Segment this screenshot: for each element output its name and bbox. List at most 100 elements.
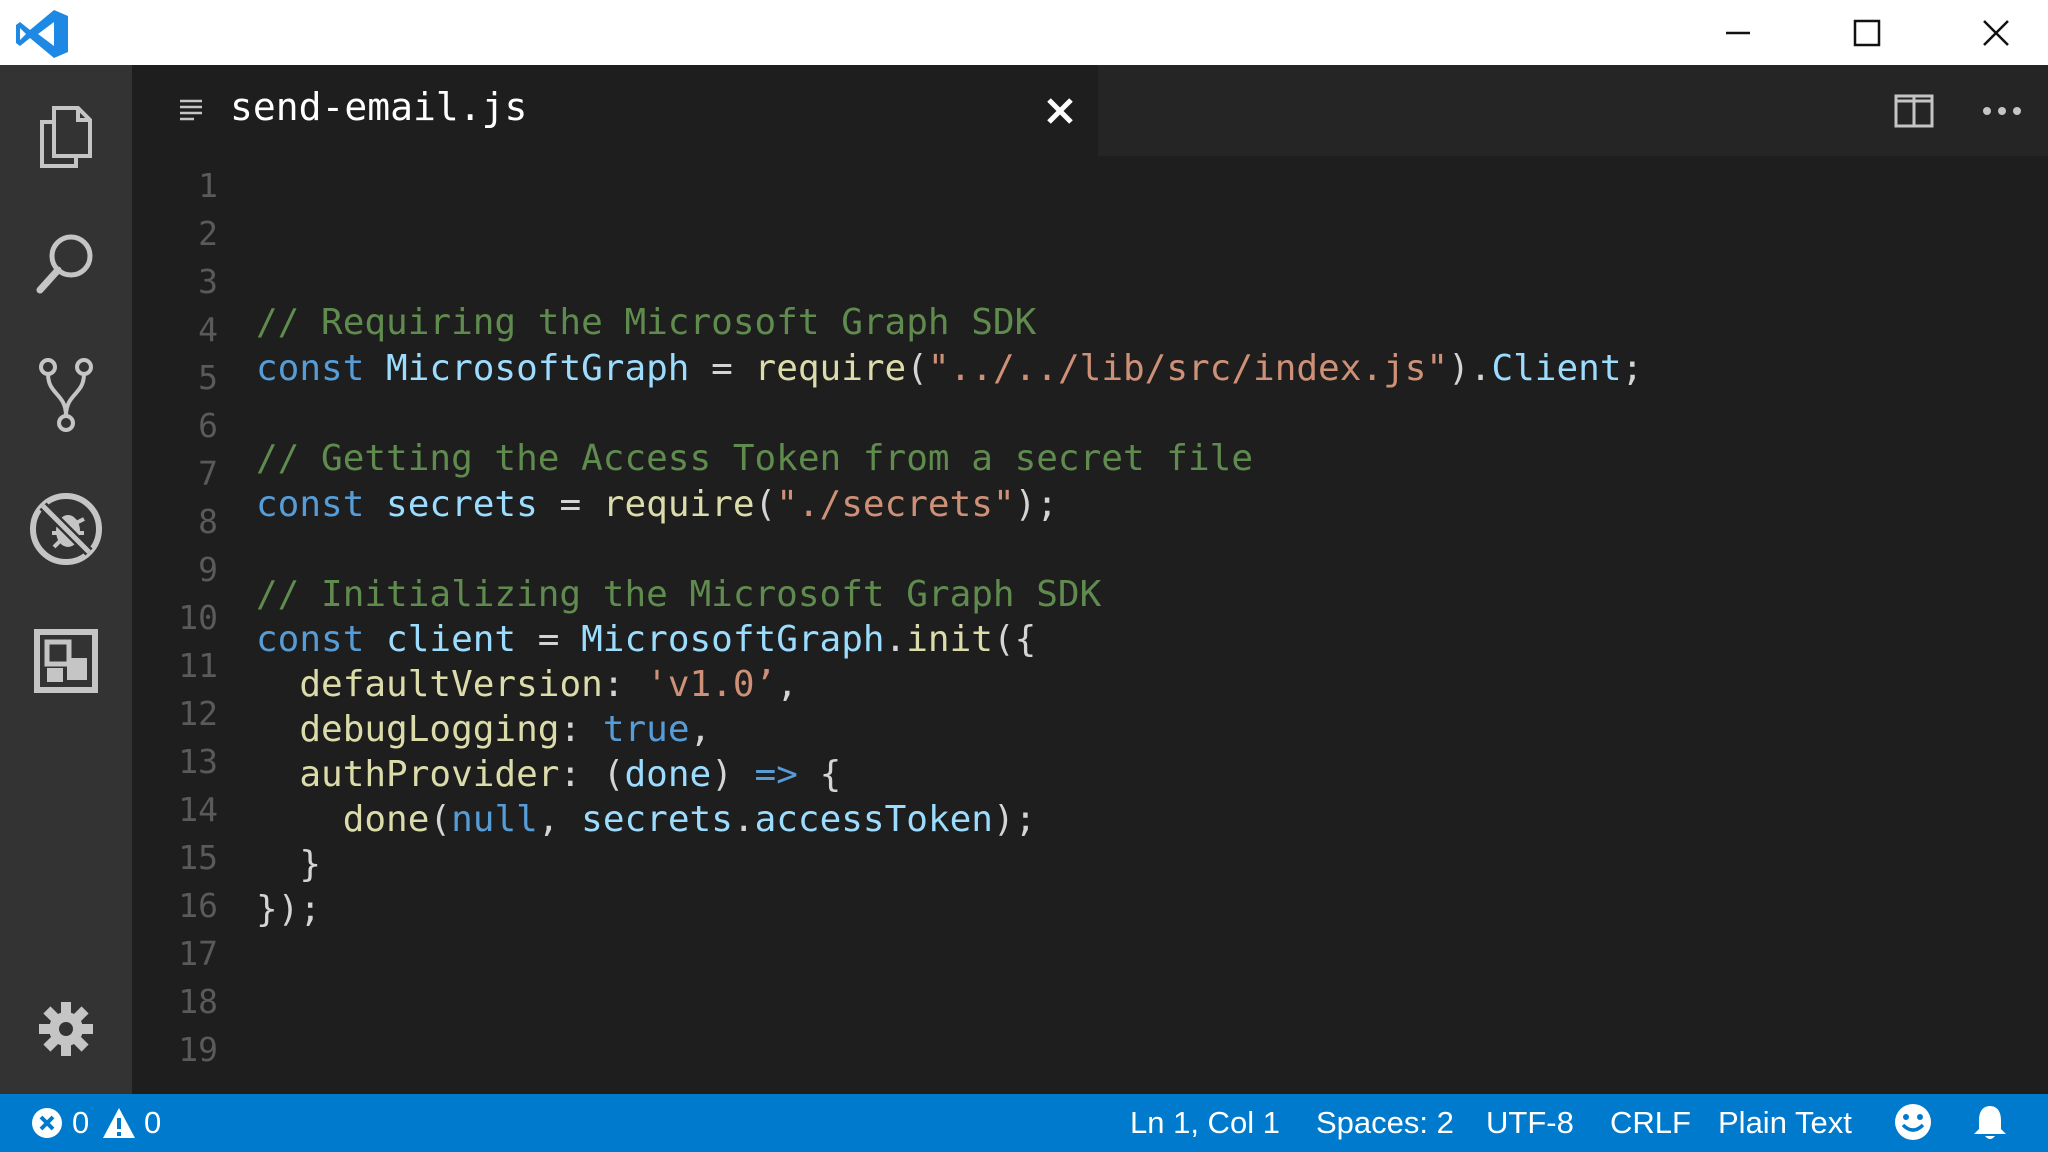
line-number: 12	[178, 694, 218, 733]
git-branch-icon	[39, 358, 93, 432]
search-icon	[36, 234, 93, 294]
line-number: 10	[178, 598, 218, 637]
code-keyword: true	[602, 709, 690, 750]
code-variable: secrets	[364, 484, 538, 525]
line-number: 14	[178, 790, 218, 829]
code-line: });	[256, 887, 321, 932]
code-function: require	[602, 484, 755, 525]
tab-bar: send-email.js	[132, 65, 2048, 156]
code-comment: // Getting the Access Token from a secre…	[256, 438, 1253, 479]
code-function: require	[754, 348, 907, 389]
encoding-setting[interactable]: UTF-8	[1486, 1104, 1574, 1142]
cursor-position[interactable]: Ln 1, Col 1	[1130, 1104, 1280, 1142]
code-line: const MicrosoftGraph = require("../../li…	[256, 346, 1643, 391]
bell-icon[interactable]	[1972, 1103, 2008, 1141]
code-line: debugLogging: true,	[256, 707, 711, 752]
status-bar: 0 0 Ln 1, Col 1 Spaces: 2 UTF-8 CRLF Pla…	[0, 1094, 2048, 1152]
line-number: 19	[178, 1030, 218, 1069]
explorer-button[interactable]	[26, 97, 106, 177]
editor-area[interactable]: 1 2 3 4 5 6 7 8 9 10 11 12 13 14 15 16 1…	[132, 156, 2048, 1094]
code-punctuation: .	[884, 619, 907, 660]
code-variable: client	[364, 619, 517, 660]
code-line: // Initializing the Microsoft Graph SDK	[256, 572, 1101, 617]
vertical-scrollbar[interactable]	[2034, 156, 2048, 1094]
code-punctuation: ({	[992, 619, 1037, 660]
more-actions-button[interactable]	[1980, 93, 2024, 129]
code-property: debugLogging	[299, 709, 560, 750]
code-punctuation: );	[1014, 484, 1058, 525]
code-string: "../../lib/src/index.js"	[927, 348, 1449, 389]
line-number: 2	[198, 214, 218, 253]
extensions-icon	[34, 629, 98, 693]
line-number: 9	[198, 550, 218, 589]
line-number: 13	[178, 742, 218, 781]
code-function: init	[906, 619, 993, 660]
code-punctuation: :	[559, 709, 603, 750]
code-variable: secrets	[581, 799, 733, 840]
close-icon[interactable]	[1044, 95, 1076, 127]
maximize-icon	[1853, 19, 1881, 46]
code-punctuation: :	[602, 664, 647, 705]
debug-button[interactable]	[26, 489, 106, 569]
settings-button[interactable]	[26, 989, 106, 1069]
error-icon[interactable]	[30, 1106, 64, 1140]
code-punctuation: ,	[689, 709, 712, 750]
tab-send-email[interactable]: send-email.js	[132, 65, 1098, 156]
code-punctuation: ;	[1621, 348, 1644, 389]
code-property: authProvider	[299, 754, 560, 795]
code-punctuation: (	[429, 799, 452, 840]
line-number: 1	[198, 166, 218, 205]
split-editor-icon[interactable]	[1894, 93, 1934, 129]
code-punctuation: });	[256, 889, 322, 930]
code-comment: // Requiring the Microsoft Graph SDK	[256, 302, 1037, 343]
code-parameter: done	[624, 754, 712, 795]
no-bug-icon	[30, 493, 102, 565]
code-punctuation: .	[732, 799, 755, 840]
code-content[interactable]: // Requiring the Microsoft Graph SDK con…	[256, 156, 2026, 1094]
error-count[interactable]: 0	[72, 1104, 89, 1142]
code-variable: MicrosoftGraph	[581, 619, 885, 660]
code-keyword: const	[256, 484, 365, 525]
code-punctuation: {	[797, 754, 842, 795]
eol-setting[interactable]: CRLF	[1610, 1104, 1691, 1142]
maximize-button[interactable]	[1803, 0, 1931, 65]
code-function: done	[342, 799, 430, 840]
close-icon	[1983, 19, 2009, 46]
line-number: 6	[198, 406, 218, 445]
warning-icon[interactable]	[102, 1106, 136, 1140]
indentation-setting[interactable]: Spaces: 2	[1316, 1104, 1454, 1142]
minimize-button[interactable]	[1674, 0, 1802, 65]
line-number: 18	[178, 982, 218, 1021]
more-icon	[1983, 107, 2021, 115]
warning-count[interactable]: 0	[144, 1104, 161, 1142]
code-line: }	[256, 842, 321, 887]
gear-icon	[39, 1002, 93, 1056]
code-string: "./secrets"	[776, 484, 1015, 525]
code-punctuation: )	[711, 754, 755, 795]
code-line: const secrets = require("./secrets");	[256, 482, 1058, 527]
files-icon	[40, 106, 92, 168]
line-number: 16	[178, 886, 218, 925]
line-number: 3	[198, 262, 218, 301]
source-control-button[interactable]	[26, 355, 106, 435]
code-property: Client	[1491, 348, 1622, 389]
line-number: 4	[198, 310, 218, 349]
smiley-feedback-icon[interactable]	[1893, 1102, 1933, 1142]
line-number: 5	[198, 358, 218, 397]
code-line: const client = MicrosoftGraph.init({	[256, 617, 1036, 662]
close-window-button[interactable]	[1932, 0, 2048, 65]
search-button[interactable]	[26, 223, 106, 303]
line-number: 8	[198, 502, 218, 541]
line-number-gutter: 1 2 3 4 5 6 7 8 9 10 11 12 13 14 15 16 1…	[132, 156, 218, 1094]
code-punctuation: (	[754, 484, 777, 525]
title-bar	[0, 0, 2048, 65]
extensions-button[interactable]	[26, 621, 106, 701]
code-property: accessToken	[754, 799, 993, 840]
code-property: defaultVersion	[299, 664, 603, 705]
language-mode[interactable]: Plain Text	[1718, 1104, 1852, 1142]
minimize-icon	[1726, 31, 1750, 34]
code-line: // Getting the Access Token from a secre…	[256, 436, 1253, 481]
